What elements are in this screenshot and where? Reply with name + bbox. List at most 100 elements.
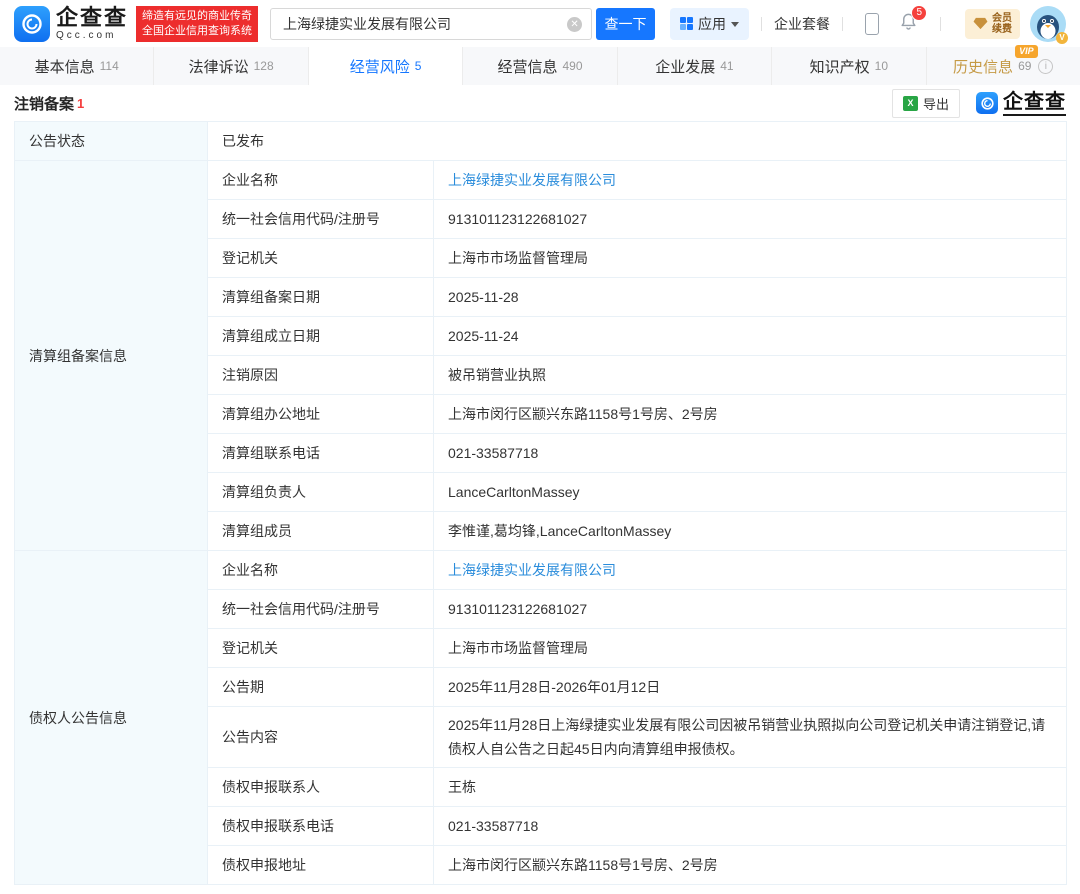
qcc-watermark-icon — [976, 92, 998, 114]
filing-table-body: 公告状态已发布清算组备案信息企业名称上海绿捷实业发展有限公司统一社会信用代码/注… — [15, 122, 1067, 885]
value-cell: 2025-11-28 — [434, 278, 1067, 317]
tab-label: 企业发展 — [655, 56, 715, 77]
value-cell: LanceCarltonMassey — [434, 473, 1067, 512]
apps-menu-button[interactable]: 应用 — [670, 8, 749, 40]
value-cell: 已发布 — [208, 122, 1067, 161]
table-row: 公告状态已发布 — [15, 122, 1067, 161]
company-link[interactable]: 上海绿捷实业发展有限公司 — [448, 562, 616, 578]
field-label-cell: 债权申报联系电话 — [208, 807, 434, 846]
tab-count: 10 — [875, 59, 888, 73]
qcc-logo-icon[interactable] — [14, 6, 50, 42]
avatar-vip-badge: V — [1056, 32, 1068, 44]
grid-icon — [680, 17, 693, 30]
value-cell: 被吊销营业执照 — [434, 356, 1067, 395]
value-cell: 913101123122681027 — [434, 200, 1067, 239]
info-icon[interactable]: i — [1038, 59, 1053, 74]
tab-enterprise-development[interactable]: 企业发展 41 — [618, 47, 772, 85]
tab-label: 法律诉讼 — [189, 56, 249, 77]
chevron-down-icon — [731, 22, 739, 27]
tab-intellectual-property[interactable]: 知识产权 10 — [772, 47, 926, 85]
avatar[interactable]: V — [1030, 6, 1066, 42]
export-label: 导出 — [923, 94, 949, 113]
export-button[interactable]: X 导出 — [892, 89, 960, 118]
field-label-cell: 登记机关 — [208, 629, 434, 668]
vip-badge: VIP — [1015, 45, 1038, 58]
section-actions: X 导出 企查查 — [892, 89, 1066, 118]
field-label-cell: 登记机关 — [208, 239, 434, 278]
value-cell: 2025年11月28日-2026年01月12日 — [434, 668, 1067, 707]
field-label-cell: 统一社会信用代码/注册号 — [208, 200, 434, 239]
tab-business-info[interactable]: 经营信息 490 — [463, 47, 617, 85]
brand-name: 企查查 — [56, 7, 128, 29]
value-cell: 021-33587718 — [434, 807, 1067, 846]
table-wrap: 公告状态已发布清算组备案信息企业名称上海绿捷实业发展有限公司统一社会信用代码/注… — [0, 121, 1080, 885]
tab-count: 128 — [254, 59, 274, 73]
search-box: ✕ — [270, 8, 592, 40]
field-label-cell: 清算组联系电话 — [208, 434, 434, 473]
enterprise-package-link[interactable]: 企业套餐 — [774, 14, 830, 34]
field-label-cell: 债权申报联系人 — [208, 768, 434, 807]
table-row: 债权人公告信息企业名称上海绿捷实业发展有限公司 — [15, 551, 1067, 590]
field-label-cell: 统一社会信用代码/注册号 — [208, 590, 434, 629]
value-cell: 李惟谨,葛均锋,LanceCarltonMassey — [434, 512, 1067, 551]
tab-business-risk[interactable]: 经营风险5 — [309, 47, 463, 85]
qcc-watermark-text: 企查查 — [1003, 91, 1066, 116]
clear-search-icon[interactable]: ✕ — [567, 17, 582, 32]
tab-label: 知识产权 — [810, 56, 870, 77]
tab-count: 5 — [415, 59, 422, 73]
tab-label: 历史信息 — [953, 56, 1013, 77]
company-link[interactable]: 上海绿捷实业发展有限公司 — [448, 172, 616, 188]
field-label-cell: 清算组办公地址 — [208, 395, 434, 434]
divider — [842, 17, 843, 31]
tab-basic-info[interactable]: 基本信息 114 — [0, 47, 154, 85]
value-cell: 上海绿捷实业发展有限公司 — [434, 551, 1067, 590]
section-bar: 注销备案 1 X 导出 企查查 — [0, 85, 1080, 121]
diamond-icon — [973, 17, 988, 30]
tab-label: 基本信息 — [35, 56, 95, 77]
header-nav: 应用 企业套餐 5 会员 续费 — [670, 6, 1066, 42]
mobile-app-icon[interactable] — [865, 13, 879, 35]
value-cell: 上海绿捷实业发展有限公司 — [434, 161, 1067, 200]
field-label-cell: 企业名称 — [208, 551, 434, 590]
field-label-cell: 清算组成立日期 — [208, 317, 434, 356]
qcc-logo-glyph — [20, 12, 44, 36]
field-label-cell: 清算组成员 — [208, 512, 434, 551]
value-cell: 021-33587718 — [434, 434, 1067, 473]
slogan-line-2: 全国企业信用查询系统 — [142, 24, 252, 39]
field-label-cell: 公告期 — [208, 668, 434, 707]
divider — [940, 17, 941, 31]
value-cell: 上海市市场监督管理局 — [434, 629, 1067, 668]
value-cell: 上海市闵行区颛兴东路1158号1号房、2号房 — [434, 846, 1067, 885]
group-label-cell: 清算组备案信息 — [15, 161, 208, 551]
header: 企查查 Qcc.com 缔造有远见的商业传奇 全国企业信用查询系统 ✕ 查一下 … — [0, 0, 1080, 47]
tab-count: 114 — [100, 59, 119, 73]
brand-block[interactable]: 企查查 Qcc.com — [56, 7, 128, 41]
field-label-cell: 公告内容 — [208, 707, 434, 768]
notification-badge: 5 — [911, 5, 927, 21]
tab-count: 41 — [720, 59, 733, 73]
tab-label: 经营信息 — [497, 56, 557, 77]
brand-slogan: 缔造有远见的商业传奇 全国企业信用查询系统 — [136, 6, 258, 42]
group-label-cell: 债权人公告信息 — [15, 551, 208, 885]
apps-label: 应用 — [698, 14, 726, 34]
search-input[interactable] — [271, 9, 591, 39]
record-count-badge: 1 — [77, 96, 84, 111]
vip-renew-label: 会员 续费 — [992, 13, 1012, 35]
vip-renew-button[interactable]: 会员 续费 — [965, 9, 1020, 39]
value-cell: 2025年11月28日上海绿捷实业发展有限公司因被吊销营业执照拟向公司登记机关申… — [434, 707, 1067, 768]
qcc-watermark-logo: 企查查 — [976, 91, 1066, 116]
search-button[interactable]: 查一下 — [596, 8, 655, 40]
field-label-cell: 清算组负责人 — [208, 473, 434, 512]
tab-history-info[interactable]: 历史信息 69VIP i — [927, 47, 1080, 85]
value-cell: 上海市市场监督管理局 — [434, 239, 1067, 278]
value-cell: 上海市闵行区颛兴东路1158号1号房、2号房 — [434, 395, 1067, 434]
tab-legal-proceedings[interactable]: 法律诉讼 128 — [154, 47, 308, 85]
tab-count: 69VIP — [1018, 59, 1031, 73]
excel-icon: X — [903, 96, 918, 111]
divider — [761, 17, 762, 31]
filing-table: 公告状态已发布清算组备案信息企业名称上海绿捷实业发展有限公司统一社会信用代码/注… — [14, 121, 1067, 885]
notifications-button[interactable]: 5 — [899, 12, 918, 36]
slogan-line-1: 缔造有远见的商业传奇 — [142, 9, 252, 24]
tab-count: 490 — [562, 59, 582, 73]
brand-domain: Qcc.com — [56, 31, 128, 41]
